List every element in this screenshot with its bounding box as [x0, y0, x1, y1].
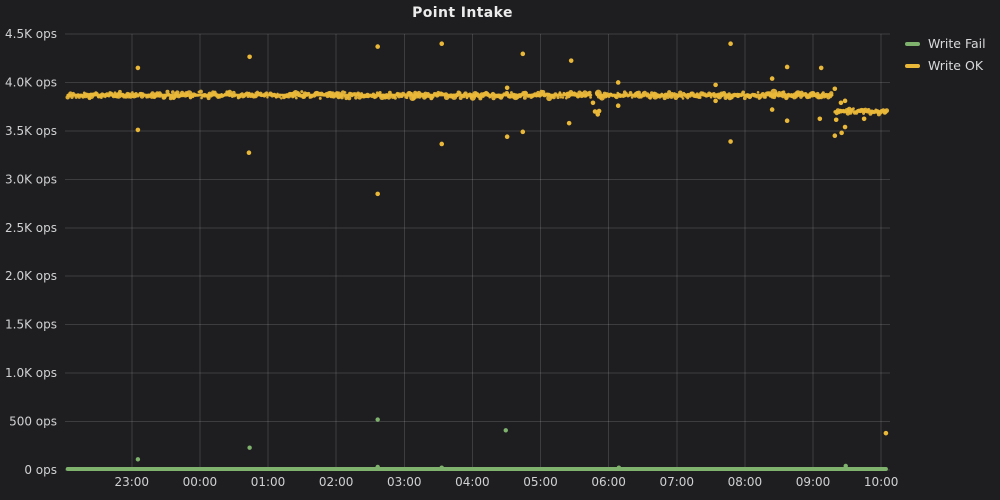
x-tick-label: 03:00 [387, 475, 422, 489]
x-tick-label: 09:00 [796, 475, 831, 489]
chart-title: Point Intake [0, 5, 925, 21]
y-tick-label: 4.5K ops [5, 27, 57, 41]
legend-item-write-fail[interactable]: Write Fail [905, 35, 986, 52]
y-tick-label: 3.5K ops [5, 124, 57, 138]
legend-item-write-ok[interactable]: Write OK [905, 57, 986, 74]
y-tick-label: 4.0K ops [5, 75, 57, 89]
y-tick-label: 1.5K ops [5, 318, 57, 332]
legend-series-color-marker [905, 42, 920, 46]
x-tick-label: 23:00 [114, 475, 149, 489]
legend-series-color-marker [905, 64, 920, 68]
y-tick-label: 2.5K ops [5, 221, 57, 235]
y-tick-label: 1.0K ops [5, 366, 57, 380]
legend: Write Fail Write OK [905, 35, 986, 74]
x-tick-label: 06:00 [591, 475, 626, 489]
y-axis-tick-labels: 0 ops 500 ops 1.0K ops 1.5K ops 2.0K ops 2.5K… [5, 27, 57, 477]
x-tick-label: 00:00 [183, 475, 218, 489]
x-tick-label: 07:00 [659, 475, 694, 489]
y-tick-label: 3.0K ops [5, 172, 57, 186]
x-tick-label: 08:00 [728, 475, 763, 489]
x-tick-label: 01:00 [251, 475, 286, 489]
x-axis-tick-labels: 23:00 00:00 01:00 02:00 03:00 04:00 05:00 06:00… [114, 475, 898, 489]
y-tick-label: 500 ops [9, 415, 57, 429]
legend-series-label: Write OK [928, 58, 983, 73]
x-tick-label: 10:00 [864, 475, 899, 489]
legend-series-label: Write Fail [928, 36, 986, 51]
series-write-fail-line [68, 417, 886, 469]
series-write-ok-points [65, 41, 889, 435]
grid-lines [65, 34, 890, 470]
point-intake-panel: Point Intake 0 ops 500 ops 1.0K ops 1.5K op… [0, 0, 1000, 500]
y-tick-label: 2.0K ops [5, 269, 57, 283]
y-tick-label: 0 ops [24, 463, 57, 477]
x-tick-label: 05:00 [523, 475, 558, 489]
plot-area[interactable]: 0 ops 500 ops 1.0K ops 1.5K ops 2.0K ops 2.5K… [0, 0, 1000, 500]
x-tick-label: 04:00 [455, 475, 490, 489]
x-tick-label: 02:00 [319, 475, 354, 489]
